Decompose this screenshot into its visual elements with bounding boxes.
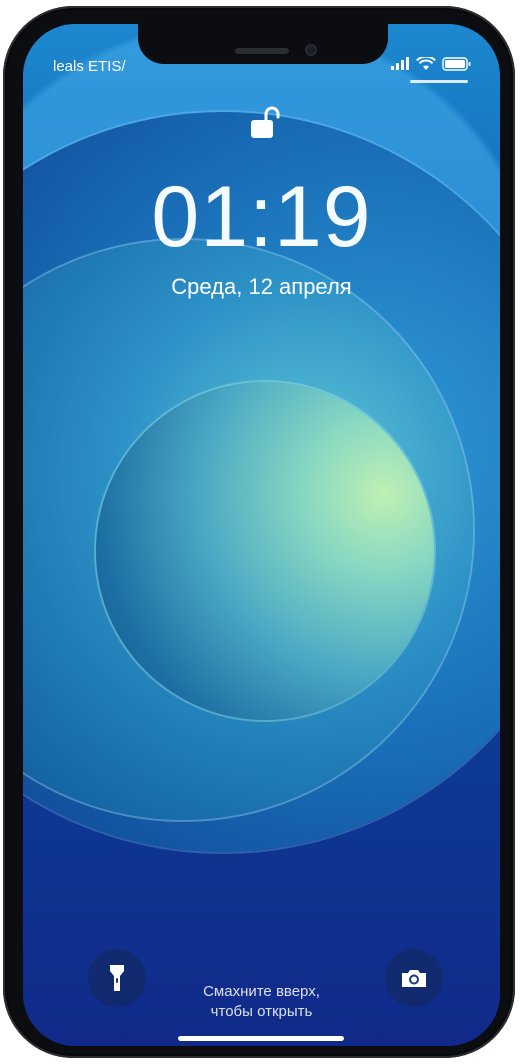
wifi-icon [416,57,436,70]
home-indicator[interactable] [178,1036,344,1041]
unlock-icon [251,106,280,138]
front-camera [305,44,317,56]
phone-frame: leals ETIS/ 01:19 Среда, 12 апреля Смахн… [3,6,515,1058]
wallpaper-circle-inner [96,382,434,720]
swipe-hint-line2: чтобы открыть [210,1003,313,1020]
speaker-grille [235,48,289,54]
clock-time: 01:19 [151,169,372,265]
swipe-hint-line1: Смахните вверх, [203,983,320,1000]
clock-date: Среда, 12 апреля [171,274,352,299]
signal-icon [391,57,409,70]
lock-screen: leals ETIS/ 01:19 Среда, 12 апреля Смахн… [23,24,500,1046]
control-center-indicator[interactable] [410,80,468,83]
battery-icon [442,57,471,71]
carrier-label: leals ETIS/ [53,58,126,75]
notch [138,24,388,64]
swipe-up-hint: Смахните вверх, чтобы открыть [23,982,500,1022]
status-icons [390,57,472,71]
